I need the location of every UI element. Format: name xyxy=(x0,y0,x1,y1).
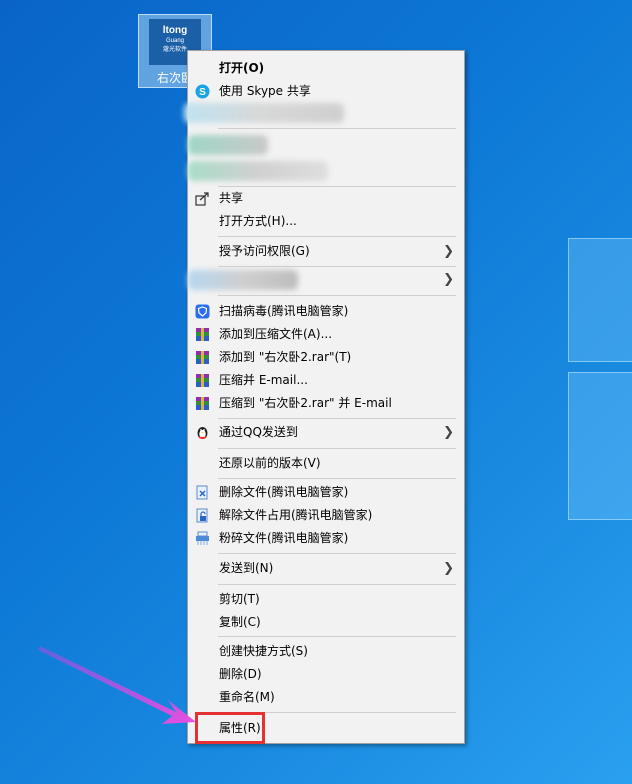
pointer-arrow-icon xyxy=(38,646,196,724)
